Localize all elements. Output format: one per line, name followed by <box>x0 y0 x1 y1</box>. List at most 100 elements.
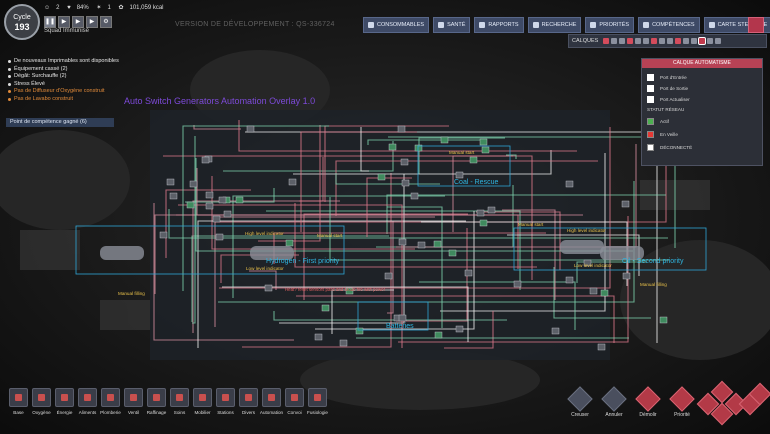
logic-gate[interactable] <box>487 206 496 214</box>
logic-gate[interactable] <box>551 327 560 335</box>
logic-gate[interactable] <box>410 192 419 200</box>
menu-chart-button[interactable]: RAPPORTS <box>474 17 524 33</box>
build-category-rocketry[interactable]: Fusiologie <box>307 388 328 415</box>
build-category-automation[interactable]: Automation <box>260 388 283 415</box>
alert-item[interactable]: Stress Élevé <box>8 81 128 89</box>
cancel-tool[interactable]: Annuler <box>601 386 627 418</box>
build-category-food[interactable]: Aliments <box>77 388 98 415</box>
speed-3-button[interactable]: ▶ <box>86 16 98 28</box>
logic-gate[interactable] <box>223 210 232 218</box>
logic-gate[interactable] <box>235 196 244 204</box>
logic-gate[interactable] <box>186 201 195 209</box>
logic-gate[interactable] <box>479 219 488 227</box>
build-category-medical[interactable]: Soins <box>169 388 190 415</box>
build-category-power[interactable]: Énergie <box>54 388 75 415</box>
dig-tool[interactable]: Creuser <box>567 386 593 418</box>
logic-gate[interactable] <box>481 146 490 154</box>
light-overlay-icon[interactable] <box>635 38 642 44</box>
logic-gate[interactable] <box>565 180 574 188</box>
logic-gate[interactable] <box>288 178 297 186</box>
logic-gate[interactable] <box>215 233 224 241</box>
logic-gate[interactable] <box>218 196 227 204</box>
radiation-overlay-icon[interactable] <box>715 38 722 44</box>
logic-gate[interactable] <box>401 179 410 187</box>
codex-button[interactable] <box>748 17 764 33</box>
logic-gate[interactable] <box>264 284 273 292</box>
logic-gate[interactable] <box>205 202 214 210</box>
logic-gate[interactable] <box>339 339 348 347</box>
logic-gate[interactable] <box>314 333 323 341</box>
logic-gate[interactable] <box>321 304 330 312</box>
alert-item[interactable]: Pas de Diffuseur d'Oxygène construit <box>8 88 128 96</box>
logic-gate[interactable] <box>201 156 210 164</box>
logic-gate[interactable] <box>600 289 609 297</box>
speed-1-button[interactable]: ▶ <box>58 16 70 28</box>
menu-priority-button[interactable]: PRIORITÉS <box>585 17 635 33</box>
logic-gate[interactable] <box>448 249 457 257</box>
logic-gate[interactable] <box>440 136 449 144</box>
logic-gate[interactable] <box>166 178 175 186</box>
gas-tank[interactable] <box>100 246 144 260</box>
logic-gate[interactable] <box>355 327 364 335</box>
logic-gate[interactable] <box>464 269 473 277</box>
gas-tank[interactable] <box>560 240 604 254</box>
logic-gate[interactable] <box>212 215 221 223</box>
build-category-base[interactable]: Base <box>8 388 29 415</box>
build-category-furniture[interactable]: Mobilier <box>192 388 213 415</box>
menu-heart-button[interactable]: SANTÉ <box>433 17 471 33</box>
logic-gate[interactable] <box>397 125 406 133</box>
exosuit-overlay-icon[interactable] <box>691 38 698 44</box>
logic-gate[interactable] <box>455 325 464 333</box>
logic-gate[interactable] <box>377 173 386 181</box>
oxygen-overlay-icon[interactable] <box>603 38 610 44</box>
logic-gate[interactable] <box>469 156 478 164</box>
logic-gate[interactable] <box>621 200 630 208</box>
build-category-utilities[interactable]: Divers <box>238 388 259 415</box>
build-category-stations[interactable]: Stations <box>215 388 236 415</box>
logic-gate[interactable] <box>622 272 631 280</box>
materials-overlay-icon[interactable] <box>627 38 634 44</box>
build-category-refinement[interactable]: Raffinage <box>146 388 167 415</box>
logic-gate[interactable] <box>205 191 214 199</box>
skill-point-notification[interactable]: Point de compétence gagné (6) <box>6 118 114 127</box>
menu-research-button[interactable]: RECHERCHE <box>527 17 582 33</box>
temperature-overlay-icon[interactable] <box>619 38 626 44</box>
logic-gate[interactable] <box>434 331 443 339</box>
build-category-plumbing[interactable]: Plomberie <box>100 388 121 415</box>
logic-gate[interactable] <box>398 314 407 322</box>
logic-gate[interactable] <box>384 272 393 280</box>
logic-gate[interactable] <box>285 239 294 247</box>
menu-fork-knife-button[interactable]: CONSOMMABLES <box>363 17 430 33</box>
logic-gate[interactable] <box>400 158 409 166</box>
logic-gate[interactable] <box>589 287 598 295</box>
logic-gate[interactable] <box>513 280 522 288</box>
build-category-conveyor[interactable]: Convoi <box>284 388 305 415</box>
logic-gate[interactable] <box>659 316 668 324</box>
logic-gate[interactable] <box>455 171 464 179</box>
logic-gate[interactable] <box>417 241 426 249</box>
plumbing-overlay-icon[interactable] <box>643 38 650 44</box>
logic-gate[interactable] <box>476 209 485 217</box>
logic-gate[interactable] <box>159 231 168 239</box>
pause-button[interactable]: ❚❚ <box>44 16 56 28</box>
alert-item[interactable]: Pas de Lavabo construit <box>8 96 128 104</box>
build-category-oxygen[interactable]: Oxygène <box>31 388 52 415</box>
ventilation-overlay-icon[interactable] <box>651 38 658 44</box>
alert-item[interactable]: Équipement cassé (2) <box>8 66 128 74</box>
alert-item[interactable]: De nouveaux Imprimables sont disponibles <box>8 58 128 66</box>
deconstruct-tool[interactable]: Démolir <box>635 386 661 418</box>
build-category-ventilation[interactable]: Ventil <box>123 388 144 415</box>
alert-item[interactable]: Dégât: Surchauffe (2) <box>8 73 128 81</box>
farming-overlay-icon[interactable] <box>675 38 682 44</box>
logic-gate[interactable] <box>246 125 255 133</box>
logic-gate[interactable] <box>388 143 397 151</box>
automation-overlay-icon[interactable] <box>698 37 707 45</box>
schedule-button[interactable]: ⚙ <box>100 16 112 28</box>
logic-gate[interactable] <box>597 343 606 351</box>
logic-gate[interactable] <box>169 192 178 200</box>
logic-gate[interactable] <box>189 180 198 188</box>
cycle-widget[interactable]: Cycle 193 <box>4 4 40 40</box>
logic-gate[interactable] <box>565 276 574 284</box>
germs-overlay-icon[interactable] <box>667 38 674 44</box>
priority-tool[interactable]: Priorité <box>669 386 695 418</box>
